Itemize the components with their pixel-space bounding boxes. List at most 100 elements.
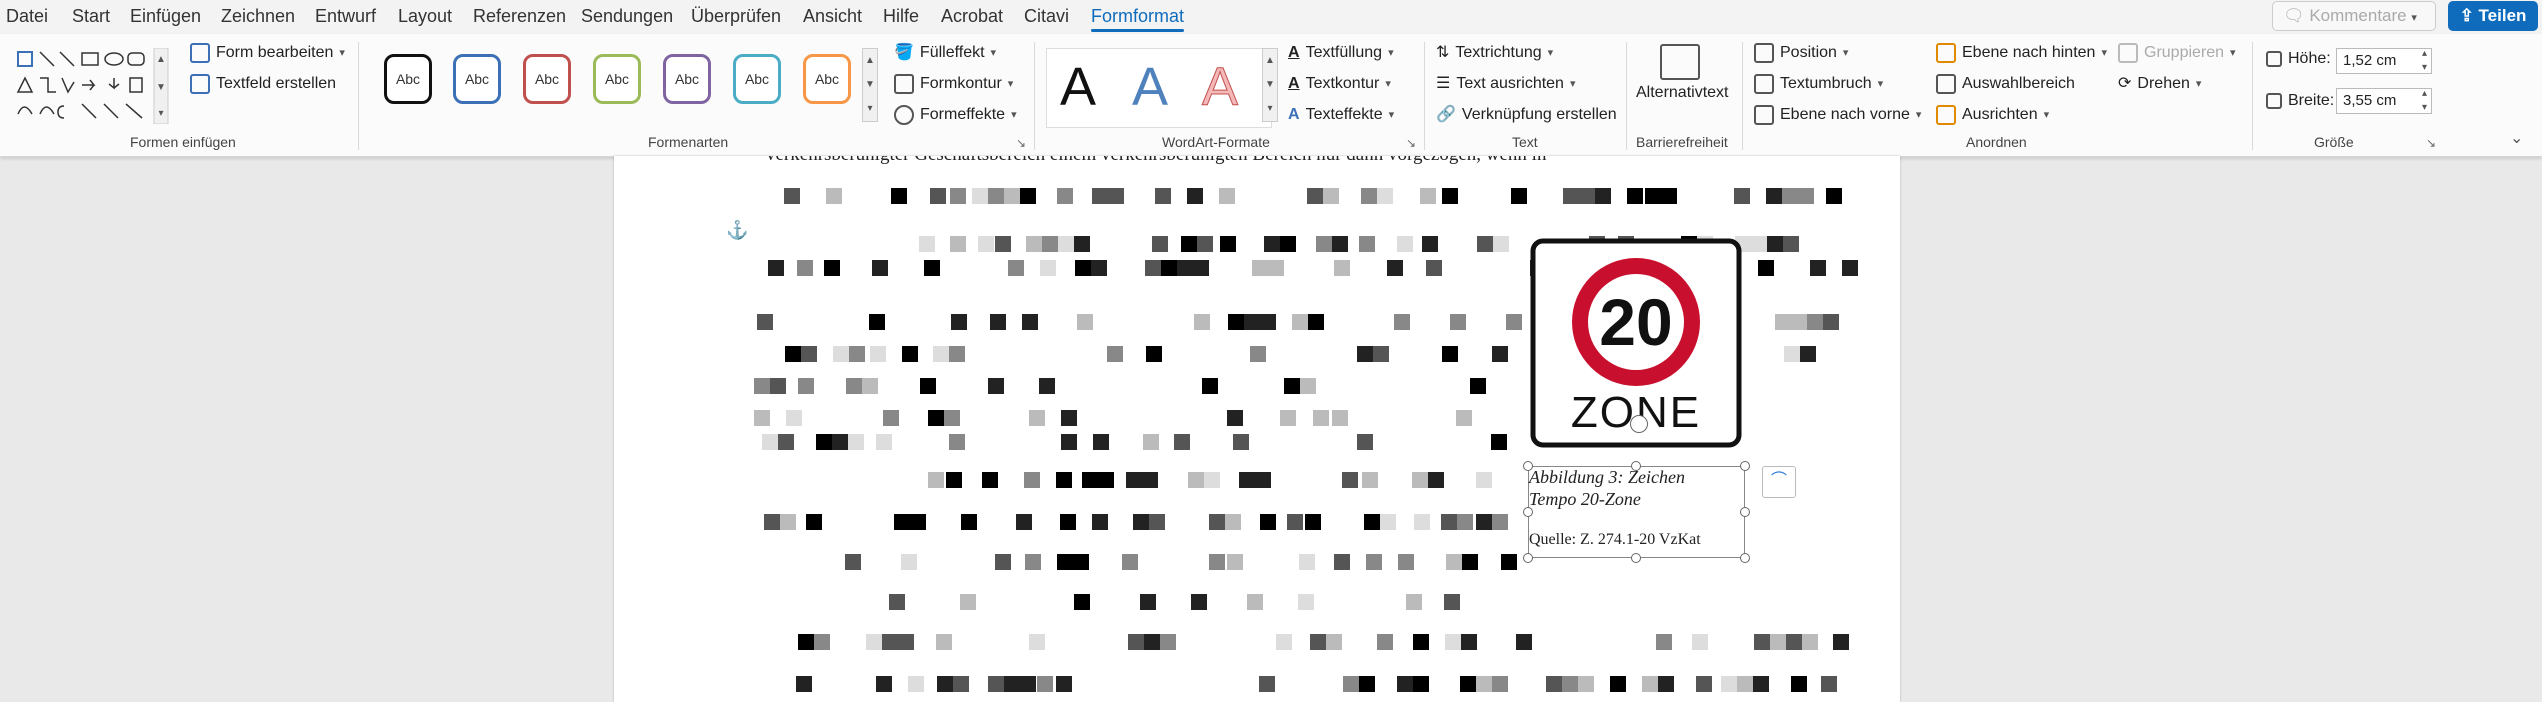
- comments-button[interactable]: 🗨 Kommentare ▾: [2272, 1, 2436, 31]
- shape-style-purple[interactable]: Abc: [663, 54, 711, 104]
- redacted-pixel: [770, 378, 786, 394]
- share-button[interactable]: ⇪ Teilen: [2448, 1, 2538, 31]
- tab-hilfe[interactable]: Hilfe: [883, 3, 919, 29]
- tab-formformat[interactable]: Formformat: [1091, 3, 1185, 32]
- tab-ueberpruefen[interactable]: Überprüfen: [691, 3, 781, 29]
- group-button[interactable]: Gruppieren ▾: [2118, 40, 2236, 66]
- text-outline-button[interactable]: A Textkontur ▾: [1288, 71, 1391, 97]
- create-link-button[interactable]: 🔗 Verknüpfung erstellen: [1436, 102, 1617, 128]
- tab-layout[interactable]: Layout: [398, 3, 452, 29]
- rotate-button[interactable]: ⟳ Drehen ▾: [2118, 71, 2201, 97]
- redacted-pixel: [1276, 634, 1292, 650]
- selection-pane-button[interactable]: Auswahlbereich: [1936, 71, 2075, 97]
- shapes-gallery[interactable]: ▲ ▼ ▾: [14, 47, 170, 125]
- redacted-pixel: [1187, 188, 1203, 204]
- send-backward-label: Ebene nach hinten: [1962, 44, 2096, 61]
- text-effects-button[interactable]: A Texteffekte ▾: [1288, 102, 1394, 128]
- align-button[interactable]: Ausrichten ▾: [1936, 102, 2049, 128]
- redacted-pixel: [1387, 260, 1403, 276]
- redacted-pixel: [1445, 634, 1461, 650]
- tab-start[interactable]: Start: [72, 3, 110, 29]
- redacted-pixel: [1610, 676, 1626, 692]
- tab-citavi[interactable]: Citavi: [1024, 3, 1069, 29]
- dialog-launcher-icon[interactable]: ↘: [2426, 136, 2436, 150]
- tab-zeichnen[interactable]: Zeichnen: [221, 3, 295, 29]
- width-icon: [2266, 93, 2282, 109]
- send-backward-button[interactable]: Ebene nach hinten ▾: [1936, 40, 2107, 66]
- wordart-style-red-outline[interactable]: A: [1201, 56, 1238, 118]
- resize-handle[interactable]: [1631, 553, 1641, 563]
- shape-style-orange[interactable]: Abc: [803, 54, 851, 104]
- redacted-pixel: [1823, 314, 1839, 330]
- shape-style-green[interactable]: Abc: [593, 54, 641, 104]
- redacted-pixel: [846, 378, 862, 394]
- group-label-accessibility: Barrierefreiheit: [1636, 134, 1728, 150]
- redacted-pixel: [785, 346, 801, 362]
- position-label: Position: [1780, 44, 1837, 61]
- shape-fill-label: Fülleffekt: [919, 44, 985, 61]
- group-icon: [2118, 43, 2138, 63]
- redacted-pixel: [1202, 378, 1218, 394]
- width-value: 3,55 cm: [2343, 92, 2397, 109]
- redacted-pixel: [1397, 236, 1413, 252]
- create-link-label: Verknüpfung erstellen: [1461, 106, 1617, 123]
- wordart-style-blue[interactable]: A: [1132, 56, 1168, 118]
- resize-handle[interactable]: [1631, 461, 1641, 471]
- wordart-scroll[interactable]: ▲ ▼ ▾: [1262, 48, 1278, 122]
- width-input[interactable]: 3,55 cm ▴ ▾: [2336, 88, 2432, 114]
- text-fill-button[interactable]: A Textfüllung ▾: [1288, 40, 1394, 66]
- redacted-pixel: [1209, 514, 1225, 530]
- shape-fill-button[interactable]: 🪣 Fülleffekt ▾: [894, 40, 996, 66]
- edit-shape-label: Form bearbeiten: [216, 44, 334, 61]
- redacted-pixel: [1040, 260, 1056, 276]
- resize-handle[interactable]: [1740, 553, 1750, 563]
- tab-referenzen[interactable]: Referenzen: [473, 3, 566, 29]
- redacted-pixel: [1642, 676, 1658, 692]
- redacted-pixel: [951, 314, 967, 330]
- text-wrap-button[interactable]: Textumbruch ▾: [1754, 71, 1883, 97]
- paint-bucket-icon: 🪣: [894, 44, 914, 61]
- shape-style-blue[interactable]: Abc: [453, 54, 501, 104]
- collapse-ribbon-icon[interactable]: ⌄: [2510, 128, 2523, 148]
- alt-text-icon[interactable]: [1660, 44, 1700, 80]
- shape-styles-scroll[interactable]: ▲ ▼ ▾: [862, 48, 878, 122]
- height-input[interactable]: 1,52 cm ▴ ▾: [2336, 48, 2432, 74]
- position-button[interactable]: Position ▾: [1754, 40, 1848, 66]
- shape-style-teal[interactable]: Abc: [733, 54, 781, 104]
- tab-entwurf[interactable]: Entwurf: [315, 3, 376, 29]
- resize-handle[interactable]: [1740, 461, 1750, 471]
- bring-forward-button[interactable]: Ebene nach vorne ▾: [1754, 102, 1921, 128]
- tab-einfuegen[interactable]: Einfügen: [130, 3, 201, 29]
- redacted-pixel: [961, 514, 977, 530]
- dialog-launcher-icon[interactable]: ↘: [1406, 136, 1416, 150]
- align-text-button[interactable]: ☰ Text ausrichten ▾: [1436, 71, 1575, 97]
- resize-handle[interactable]: [1740, 507, 1750, 517]
- wordart-style-black[interactable]: A: [1060, 56, 1096, 118]
- textbox-label: Textfeld erstellen: [216, 75, 337, 92]
- tab-ansicht[interactable]: Ansicht: [803, 3, 862, 29]
- layout-options-icon[interactable]: ⌒: [1762, 466, 1796, 498]
- textbox-button[interactable]: Textfeld erstellen: [190, 71, 336, 97]
- alt-text-button[interactable]: Alternativtext: [1636, 84, 1728, 102]
- redacted-pixel: [1194, 314, 1210, 330]
- redacted-pixel: [894, 514, 910, 530]
- edit-shape-button[interactable]: Form bearbeiten ▾: [190, 40, 345, 66]
- textbox-icon: [190, 74, 210, 94]
- redacted-pixel: [1413, 634, 1429, 650]
- tab-acrobat[interactable]: Acrobat: [941, 3, 1003, 29]
- shape-style-red[interactable]: Abc: [523, 54, 571, 104]
- tab-sendungen[interactable]: Sendungen: [581, 3, 673, 29]
- resize-handle[interactable]: [1523, 553, 1533, 563]
- text-direction-button[interactable]: ⇅ Textrichtung ▾: [1436, 40, 1553, 66]
- rotate-handle-icon[interactable]: [1630, 415, 1648, 433]
- shape-outline-button[interactable]: Formkontur ▾: [894, 71, 1013, 97]
- caption-textbox[interactable]: Abbildung 3: Zeichen Tempo 20-Zone Quell…: [1528, 466, 1745, 558]
- shape-effects-button[interactable]: Formeffekte ▾: [894, 102, 1017, 128]
- resize-handle[interactable]: [1523, 461, 1533, 471]
- dialog-launcher-icon[interactable]: ↘: [1016, 136, 1026, 150]
- redacted-pixel: [1656, 634, 1672, 650]
- shape-style-black[interactable]: Abc: [384, 54, 432, 104]
- resize-handle[interactable]: [1523, 507, 1533, 517]
- tab-datei[interactable]: Datei: [6, 3, 48, 29]
- align-text-label: Text ausrichten: [1456, 75, 1564, 92]
